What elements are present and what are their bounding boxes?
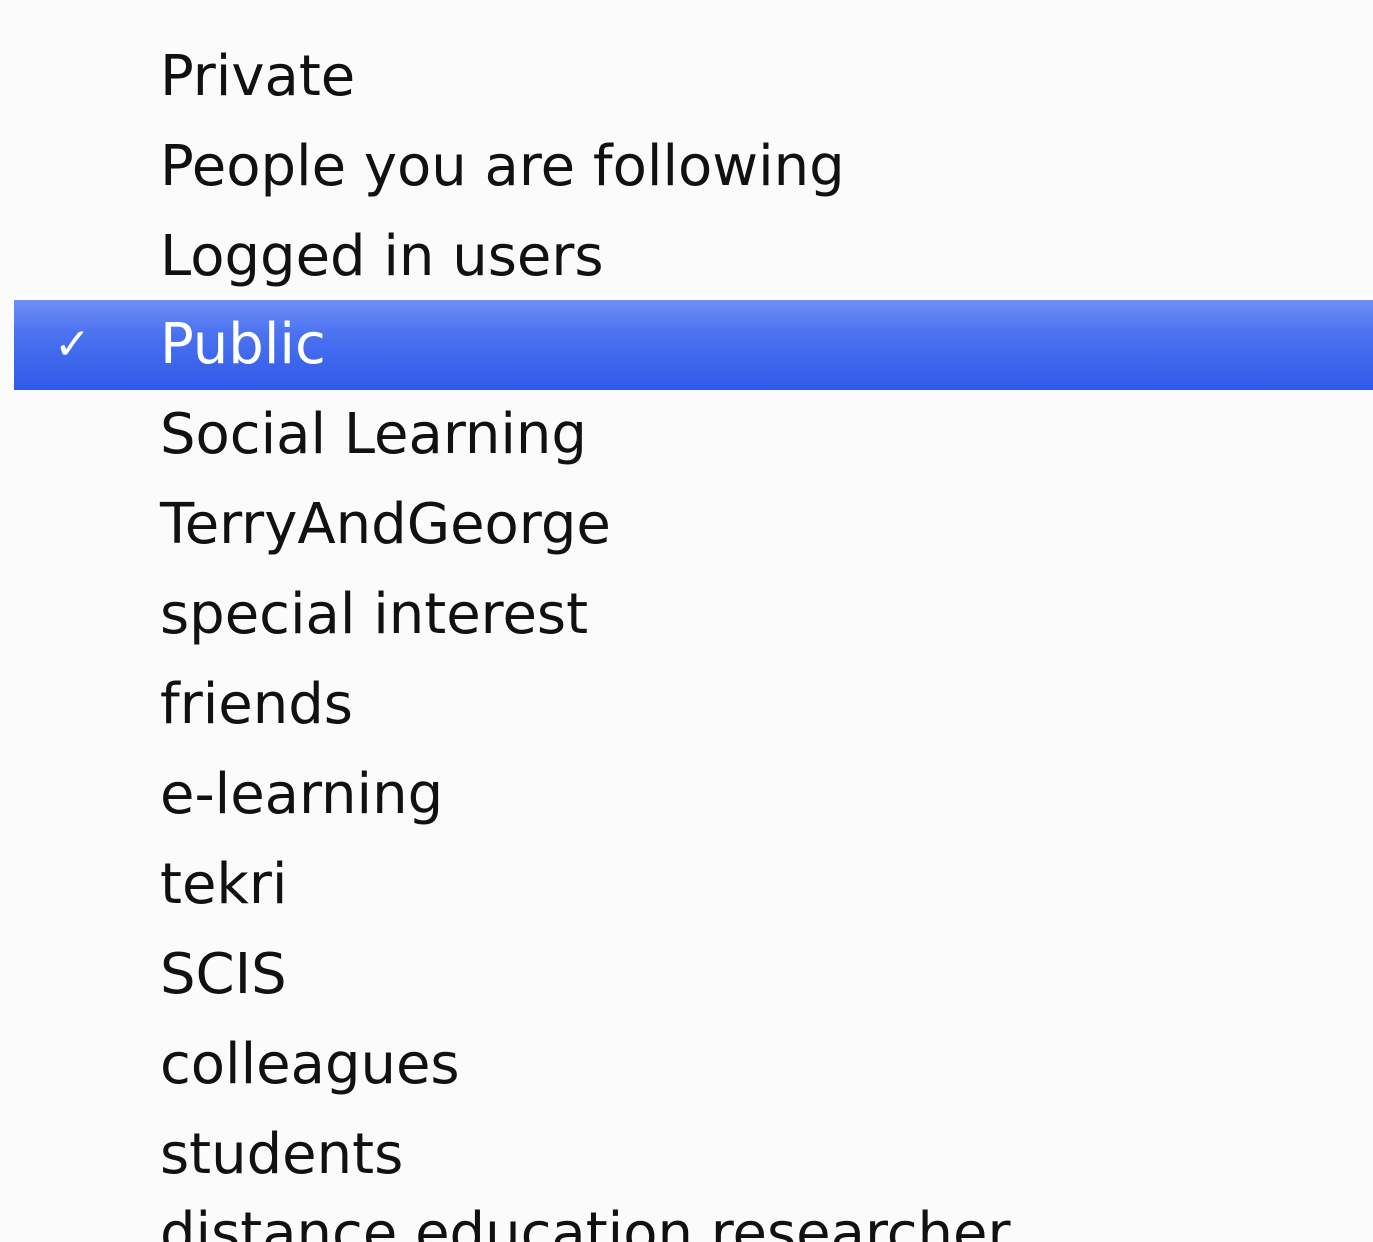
menu-item-label: colleagues xyxy=(160,1032,460,1097)
menu-item-label: SCIS xyxy=(160,942,287,1007)
menu-item-public[interactable]: ✓ Public xyxy=(14,300,1373,390)
menu-item-e-learning[interactable]: e-learning xyxy=(14,750,1373,840)
menu-item-label: People you are following xyxy=(160,134,845,199)
menu-item-terryandgeorge[interactable]: TerryAndGeorge xyxy=(14,480,1373,570)
menu-item-label: Private xyxy=(160,44,356,109)
access-level-menu: Private People you are following Logged … xyxy=(0,0,1373,1242)
menu-item-label: tekri xyxy=(160,852,288,917)
menu-item-private[interactable]: Private xyxy=(14,32,1373,122)
menu-item-label: e-learning xyxy=(160,762,444,827)
menu-item-label: Social Learning xyxy=(160,402,587,467)
menu-item-scis[interactable]: SCIS xyxy=(14,930,1373,1020)
menu-item-label: TerryAndGeorge xyxy=(160,492,611,557)
menu-item-students[interactable]: students xyxy=(14,1110,1373,1200)
menu-item-label: Public xyxy=(160,312,326,377)
menu-item-friends[interactable]: friends xyxy=(14,660,1373,750)
menu-item-label: Logged in users xyxy=(160,224,604,289)
menu-item-people-you-are-following[interactable]: People you are following xyxy=(14,122,1373,212)
menu-item-special-interest[interactable]: special interest xyxy=(14,570,1373,660)
menu-item-logged-in-users[interactable]: Logged in users xyxy=(14,212,1373,302)
menu-item-label: students xyxy=(160,1122,404,1187)
menu-item-colleagues[interactable]: colleagues xyxy=(14,1020,1373,1110)
menu-item-tekri[interactable]: tekri xyxy=(14,840,1373,930)
menu-item-label: special interest xyxy=(160,582,589,647)
checkmark-icon: ✓ xyxy=(54,319,91,370)
menu-item-social-learning[interactable]: Social Learning xyxy=(14,390,1373,480)
menu-item-label: friends xyxy=(160,672,353,737)
menu-item-distance-education-researcher[interactable]: distance education researcher xyxy=(160,1206,1011,1242)
